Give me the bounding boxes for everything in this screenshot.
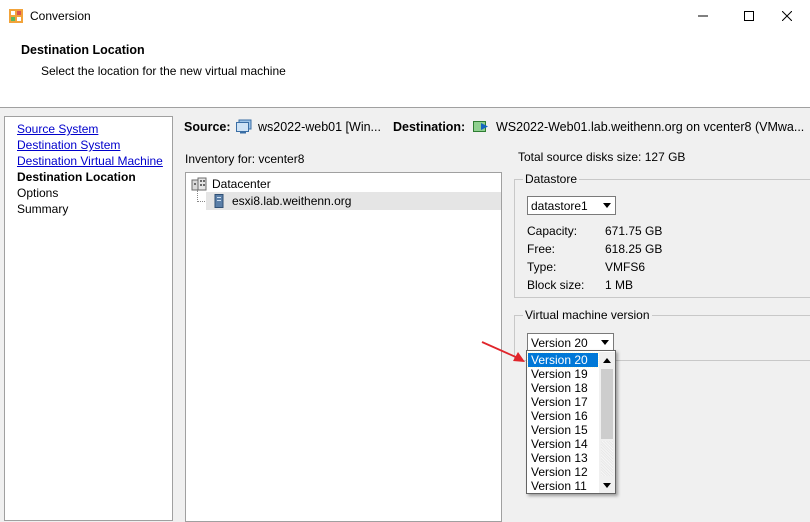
nav-step-destination-virtual-machine[interactable]: Destination Virtual Machine (17, 154, 163, 168)
tree-item-host-label: esxi8.lab.weithenn.org (232, 194, 352, 208)
capacity-value: 671.75 GB (605, 224, 663, 238)
minimize-button[interactable] (680, 0, 726, 32)
annotation-arrow-icon (481, 341, 525, 362)
host-icon (214, 194, 224, 208)
block-size-value: 1 MB (605, 278, 634, 292)
total-disks-size: Total source disks size: 127 GB (518, 150, 686, 164)
destination-label: Destination: (393, 120, 466, 134)
vm-version-option-14[interactable]: Version 14 (528, 437, 598, 451)
vm-version-option-16[interactable]: Version 16 (528, 409, 598, 423)
free-value: 618.25 GB (605, 242, 663, 256)
source-label: Source: (184, 120, 231, 134)
type-label: Type: (527, 260, 557, 274)
vm-version-option-13[interactable]: Version 13 (528, 451, 598, 465)
page-header: Destination Location Select the location… (0, 32, 810, 108)
scrollbar-thumb[interactable] (601, 369, 613, 439)
vm-version-select-value: Version 20 (531, 335, 588, 350)
source-value: ws2022-web01 [Win... (258, 120, 381, 134)
dropdown-scrollbar[interactable] (599, 352, 615, 493)
destination-value: WS2022-Web01.lab.weithenn.org on vcenter… (496, 120, 805, 134)
app-icon (9, 9, 23, 23)
vm-version-option-19[interactable]: Version 19 (528, 367, 598, 381)
chevron-down-icon[interactable] (600, 198, 614, 213)
minimize-icon (698, 15, 708, 17)
vm-version-option-20[interactable]: Version 20 (527, 352, 599, 368)
datastore-select-value: datastore1 (531, 198, 588, 213)
close-icon (782, 11, 792, 21)
source-machine-icon (236, 119, 252, 134)
vm-version-option-12[interactable]: Version 12 (528, 465, 598, 479)
page-subtitle: Select the location for the new virtual … (41, 64, 286, 78)
vm-version-option-17[interactable]: Version 17 (528, 395, 598, 409)
maximize-icon (744, 11, 754, 21)
block-size-label: Block size: (527, 278, 585, 292)
capacity-label: Capacity: (527, 224, 578, 238)
free-label: Free: (527, 242, 556, 256)
nav-step-destination-system[interactable]: Destination System (17, 138, 120, 152)
tree-item-datacenter[interactable]: Datacenter (212, 177, 271, 191)
vm-version-option-11[interactable]: Version 11 (528, 479, 598, 493)
datastore-group-title: Datastore (523, 172, 580, 186)
scroll-up-icon[interactable] (599, 352, 615, 368)
inventory-tree[interactable]: Datacenter esxi8.lab.weithenn.org (185, 172, 502, 522)
chevron-down-icon[interactable] (598, 335, 612, 350)
nav-step-summary: Summary (17, 202, 69, 216)
window-title: Conversion (30, 9, 91, 23)
datacenter-icon (191, 177, 207, 191)
inventory-label: Inventory for: vcenter8 (185, 152, 305, 166)
vm-version-dropdown-list[interactable]: Version 20 Version 19 Version 18 Version… (526, 350, 616, 494)
datastore-select[interactable]: datastore1 (527, 196, 616, 215)
nav-step-destination-location: Destination Location (17, 170, 136, 184)
datastore-group: Datastore datastore1 Capacity: 671.75 GB… (514, 172, 810, 298)
destination-vm-icon (473, 121, 488, 132)
type-value: VMFS6 (605, 260, 646, 274)
wizard-steps-nav: Source System Destination System Destina… (4, 116, 173, 521)
scrollbar-track[interactable] (601, 441, 613, 476)
close-button[interactable] (764, 0, 810, 32)
nav-step-options: Options (17, 186, 59, 200)
page-title: Destination Location (21, 43, 145, 57)
nav-step-source-system[interactable]: Source System (17, 122, 98, 136)
vm-version-option-15[interactable]: Version 15 (528, 423, 598, 437)
scroll-down-icon[interactable] (599, 477, 615, 493)
vm-version-group-title: Virtual machine version (523, 308, 652, 322)
vm-version-option-18[interactable]: Version 18 (528, 381, 598, 395)
tree-item-host-selected[interactable]: esxi8.lab.weithenn.org (206, 192, 501, 210)
